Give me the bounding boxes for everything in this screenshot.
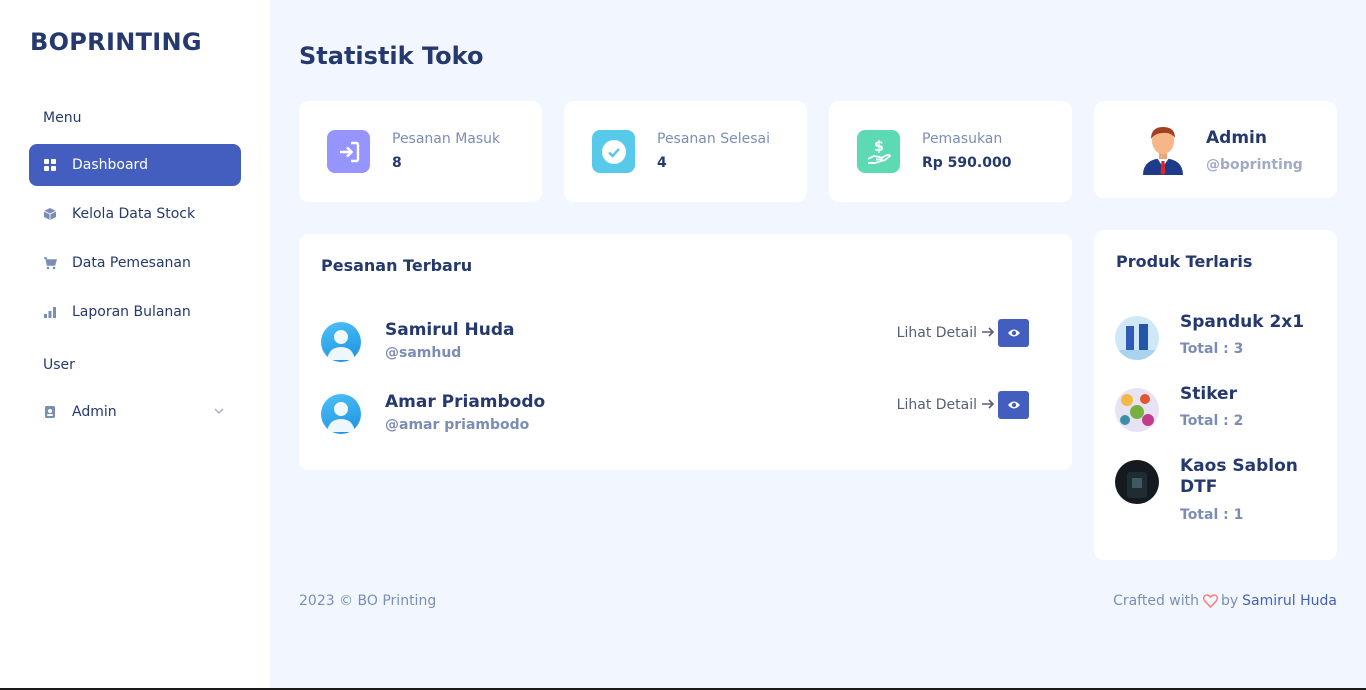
eye-icon [1007, 401, 1020, 409]
product-name: Stiker [1180, 384, 1237, 404]
menu-section-title: Menu [43, 110, 82, 126]
heart-icon [1203, 594, 1218, 608]
sidebar-item-label: Data Pemesanan [72, 255, 191, 271]
top-products-title: Produk Terlaris [1116, 252, 1253, 271]
list-item: Samirul Huda @samhud Lihat Detail [321, 319, 1051, 372]
login-icon [327, 130, 370, 173]
recent-orders-title: Pesanan Terbaru [321, 256, 473, 275]
order-customer-handle: @amar priambodo [385, 417, 530, 433]
product-total: Total : 2 [1180, 413, 1244, 429]
svg-text:$: $ [874, 139, 884, 155]
stat-value: Rp 590.000 [922, 155, 1012, 171]
sidebar-item-data-pemesanan[interactable]: Data Pemesanan [29, 242, 241, 284]
cart-icon [43, 256, 57, 270]
profile-card: Admin @boprinting [1094, 101, 1337, 198]
sidebar-item-label: Dashboard [72, 157, 148, 173]
stat-label: Pesanan Masuk [392, 131, 501, 147]
stat-value: 8 [392, 155, 402, 171]
sidebar: BOPRINTING Menu Dashboard Kelola Data St… [0, 0, 270, 688]
bar-chart-icon [43, 305, 57, 319]
stat-card-pesanan-selesai: Pesanan Selesai 4 [564, 101, 807, 202]
recent-orders-card: Pesanan Terbaru Samirul Huda @samhud Lih… [299, 234, 1072, 470]
grid-icon [43, 158, 57, 172]
product-image [1115, 316, 1159, 360]
product-image [1115, 460, 1159, 504]
check-circle-icon [592, 130, 635, 173]
sidebar-item-laporan-bulanan[interactable]: Laporan Bulanan [29, 291, 241, 333]
view-detail-button[interactable] [998, 391, 1029, 419]
view-detail-link[interactable]: Lihat Detail [897, 319, 1029, 347]
stat-label: Pesanan Selesai [657, 131, 770, 147]
box-icon [43, 207, 57, 221]
person-badge-icon [43, 405, 57, 419]
footer-by-text: by [1221, 593, 1239, 609]
user-avatar [321, 394, 361, 434]
cash-hand-icon: $ [857, 130, 900, 173]
user-avatar [321, 322, 361, 362]
author-link[interactable]: Samirul Huda [1242, 593, 1337, 609]
page-title: Statistik Toko [299, 42, 484, 70]
product-image [1115, 388, 1159, 432]
view-detail-label: Lihat Detail [896, 397, 977, 413]
footer-credit: Crafted with by Samirul Huda [1113, 593, 1337, 609]
sidebar-item-label: Admin [72, 404, 117, 420]
view-detail-link[interactable]: Lihat Detail [897, 391, 1029, 419]
chevron-down-icon[interactable] [213, 405, 225, 417]
product-total: Total : 3 [1180, 341, 1244, 357]
sidebar-item-admin[interactable]: Admin [29, 391, 241, 433]
view-detail-button[interactable] [998, 319, 1029, 347]
sidebar-item-kelola-data-stock[interactable]: Kelola Data Stock [29, 193, 241, 235]
product-name: Spanduk 2x1 [1180, 312, 1305, 332]
profile-name: Admin [1206, 128, 1267, 148]
user-section-title: User [43, 357, 75, 373]
stat-card-pemasukan: $ Pemasukan Rp 590.000 [829, 101, 1072, 202]
order-customer-handle: @samhud [385, 345, 462, 361]
brand-logo[interactable]: BOPRINTING [30, 28, 202, 56]
product-name: Kaos Sablon DTF [1180, 456, 1298, 497]
arrow-right-icon [981, 396, 995, 414]
product-total: Total : 1 [1180, 507, 1244, 523]
stat-value: 4 [657, 155, 667, 171]
arrow-right-icon [981, 324, 995, 342]
stat-card-pesanan-masuk: Pesanan Masuk 8 [299, 101, 542, 202]
admin-avatar [1138, 123, 1188, 175]
list-item: Amar Priambodo @amar priambodo Lihat Det… [321, 391, 1051, 444]
top-products-card: Produk Terlaris Spanduk 2x1 Total : 3 St… [1094, 230, 1337, 560]
sidebar-item-label: Laporan Bulanan [72, 304, 191, 320]
sidebar-item-dashboard[interactable]: Dashboard [29, 144, 241, 186]
order-customer-name: Amar Priambodo [385, 392, 546, 412]
order-customer-name: Samirul Huda [385, 320, 515, 340]
stat-label: Pemasukan [922, 131, 1003, 147]
eye-icon [1007, 329, 1020, 337]
profile-handle: @boprinting [1206, 157, 1303, 173]
footer-crafted-text: Crafted with [1113, 593, 1199, 609]
view-detail-label: Lihat Detail [896, 325, 977, 341]
sidebar-item-label: Kelola Data Stock [72, 206, 196, 222]
footer-copyright: 2023 © BO Printing [299, 593, 437, 609]
